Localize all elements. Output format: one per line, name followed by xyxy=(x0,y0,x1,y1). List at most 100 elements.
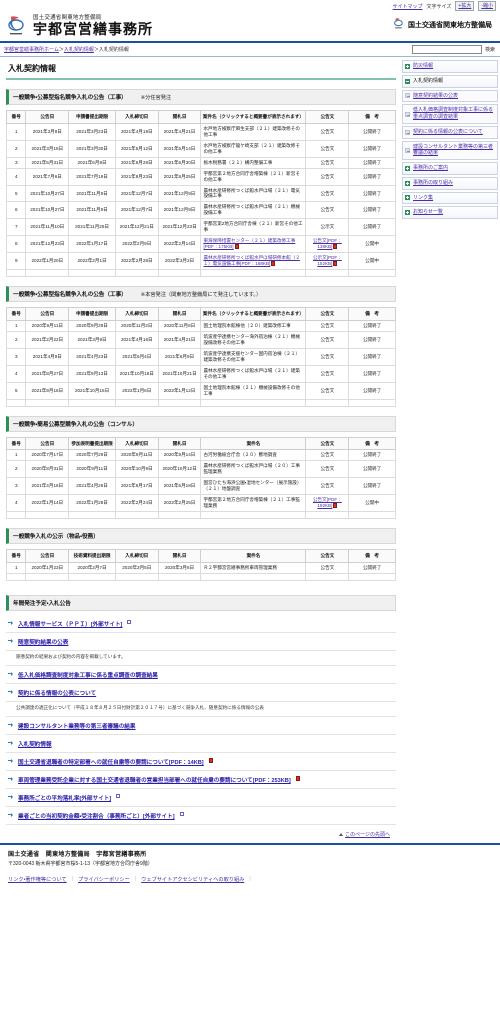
cell-announce-date: 2021年4月16日 xyxy=(25,477,70,496)
site-logo[interactable]: 国土交通省関東地方整備局 宇都宮営繕事務所 xyxy=(8,13,153,37)
sitemap-link[interactable]: サイトマップ xyxy=(393,3,423,10)
column-header: 技術資料提出期限 xyxy=(68,549,116,563)
section-title: 一般競争入札の公示（物品・役務） xyxy=(13,534,99,541)
cell-announcement-doc[interactable]: 公告文[PDF：192KB] xyxy=(305,494,350,513)
table-row: 8 2021年12月23日 2022年1月17日 2022年2月9日 2022年2月14… xyxy=(5,235,396,254)
sidebar-item-1[interactable]: 防災情報 xyxy=(402,60,498,73)
cell-open-date: 2021年8月25日 xyxy=(157,167,202,186)
bottom-link[interactable]: 業者ごとの当初契約金額・受注割合（事務所ごと）[外部サイト] xyxy=(18,812,175,820)
bottom-link[interactable]: 建設コンサルタント業務等の第三者審議の結果 xyxy=(18,722,135,730)
page-top-link[interactable]: このページの先頭へ xyxy=(345,831,390,838)
spacer-cell xyxy=(68,269,116,278)
cell-announcement-doc: 公告文 xyxy=(305,167,350,186)
sidebar-item-4[interactable]: 低入札価格調査制度対象工事に係る重点調査の調査結果 xyxy=(402,104,498,124)
sidebar-item-label: お知らせ一覧 xyxy=(413,209,443,216)
font-reduce-button[interactable]: -縮小 xyxy=(478,1,496,11)
site-header: 国土交通省関東地方整備局 宇都宮営繕事務所 国土交通省関東地方整備局 xyxy=(0,12,500,43)
cell-bid-deadline: 2022年2月28日 xyxy=(114,252,159,271)
spacer-cell xyxy=(157,398,202,407)
bottom-link-row-10[interactable]: 業者ごとの当初契約金額・受注割合（事務所ごと）[外部サイト] xyxy=(6,807,396,825)
announcement-doc-link[interactable]: 公示文[PDF：152KB] xyxy=(313,255,342,266)
table-row: 4 2021年7月6日 2021年7月19日 2021年8月23日 2021年8月25日… xyxy=(5,167,396,186)
cell-case-name: 宇都宮第2地方合同庁舎棟（２１）新営その他工事 xyxy=(200,218,307,237)
bottom-link-row-6[interactable]: 入札契約情報 xyxy=(6,735,396,753)
cell-bid-deadline: 2021年4月16日 xyxy=(114,330,159,349)
bottom-link[interactable]: 事務所ごとの平均落札率[外部サイト] xyxy=(18,794,111,802)
sidebar-item-10[interactable]: お知らせ一覧 xyxy=(402,206,498,219)
plus-box-icon xyxy=(405,195,410,201)
mlit-small-logo-icon xyxy=(394,16,405,34)
cell-submission-deadline: 2021年6月8日 xyxy=(68,156,116,169)
bottom-link[interactable]: 車両管理業務受託企業に対する国土交通省退職者の営業担当部署への就任自粛の要請につ… xyxy=(18,776,291,784)
column-header: 入札締切日 xyxy=(114,307,159,321)
footer-link-2[interactable]: プライバシーポリシー xyxy=(78,876,130,883)
cell-status: 公開終了 xyxy=(348,381,396,400)
cell-submission-deadline: 2021年11月26日 xyxy=(68,218,116,237)
footer-link-3[interactable]: ウェブサイトアクセシビリティへの取り組み xyxy=(141,876,244,883)
case-name-link[interactable]: 東海保障措置センター（２１）建築改修工事[PDF：175KB] xyxy=(203,238,295,249)
column-header: 開札日 xyxy=(157,307,202,321)
search-button[interactable]: 検索 xyxy=(484,46,496,53)
bottom-link-row-9[interactable]: 事務所ごとの平均落札率[外部サイト] xyxy=(6,789,396,807)
spacer-cell xyxy=(5,511,27,520)
cell-submission-deadline: 2022年2月1日 xyxy=(68,252,116,271)
cell-status: 公開終了 xyxy=(348,561,396,574)
bottom-link[interactable]: 契約に係る情報の公表について xyxy=(18,689,96,697)
bottom-link[interactable]: 随意契約結果の公表 xyxy=(18,638,68,646)
cell-bid-deadline: 2021年5月12日 xyxy=(114,139,159,158)
bottom-link-row-2[interactable]: 随意契約結果の公表 xyxy=(6,633,396,651)
bottom-link[interactable]: 入札契約情報 xyxy=(18,740,52,748)
cell-announcement-doc[interactable]: 公告文[PDF：138KB] xyxy=(305,235,350,254)
search-input[interactable] xyxy=(411,45,482,54)
sidebar-nav: 防災情報 入札契約情報 随意契約結果の公表 低入札価格調査制度対象工事に係る重点調査の… xyxy=(402,60,498,219)
breadcrumb-level2[interactable]: 入札契約情報 xyxy=(64,47,94,53)
cell-case-name: Ｒ２宇都宮営繕事務所車両管理業務 xyxy=(200,561,307,574)
footer-link-1[interactable]: リンク・著作権等について xyxy=(8,876,67,883)
arrow-right-icon xyxy=(8,722,14,728)
bottom-link-row-1[interactable]: 入札情報サービス（ＰＰＩ）[外部サイト] xyxy=(6,615,396,633)
bottom-link-row-4[interactable]: 契約に係る情報の公表について xyxy=(6,684,396,702)
sidebar-item-9[interactable]: リンク集 xyxy=(402,191,498,205)
cell-announcement-doc[interactable]: 公示文[PDF：152KB] xyxy=(305,252,350,271)
pdf-icon xyxy=(333,244,338,250)
pdf-icon xyxy=(271,261,276,267)
spacer-cell xyxy=(200,572,307,581)
cell-status: 公開終了 xyxy=(348,477,396,496)
font-enlarge-button[interactable]: +拡大 xyxy=(455,1,475,11)
cell-bid-deadline: 2022年2月9日 xyxy=(114,235,159,254)
cell-open-date: 2022年2月14日 xyxy=(157,235,202,254)
announcement-doc-link[interactable]: 公告文[PDF：192KB] xyxy=(313,497,342,508)
sidebar-item-3[interactable]: 随意契約結果の公表 xyxy=(402,89,498,103)
case-name-link[interactable]: 農林水産研修所つくば館水戸ほ場研修本館（２１）電気設備工事[PDF：188KB] xyxy=(203,255,299,266)
cell-case-name[interactable]: 東海保障措置センター（２１）建築改修工事[PDF：175KB] xyxy=(200,235,307,254)
bottom-link[interactable]: 国土交通省退職者の特定部署への就任自粛等の要請について[PDF：14KB] xyxy=(18,758,204,766)
bottom-link[interactable]: 低入札価格調査制度対象工事に係る重点調査の調査結果 xyxy=(18,671,158,679)
sidebar-item-2[interactable]: 入札契約情報 xyxy=(402,74,498,88)
sidebar-item-7[interactable]: 事務所のご案内 xyxy=(402,162,498,175)
arrow-right-icon xyxy=(8,689,14,695)
header-right-logo[interactable]: 国土交通省関東地方整備局 xyxy=(394,16,492,34)
column-header: 番号 xyxy=(5,436,27,451)
cell-announcement-doc: 公告文 xyxy=(305,184,350,203)
sections-container: 一般競争・公募型指名競争入札の公告（工事） ※分任官発注 番号 公告日 申請書提出期限入… xyxy=(5,89,396,581)
cell-case-name[interactable]: 農林水産研修所つくば館水戸ほ場研修本館（２１）電気設備工事[PDF：188KB] xyxy=(200,252,307,271)
breadcrumb-home[interactable]: 宇都宮営繕事務所ホーム xyxy=(4,47,59,53)
bottom-link-row-5[interactable]: 建設コンサルタント業務等の第三者審議の結果 xyxy=(6,717,396,735)
sidebar-item-5[interactable]: 契約に係る情報の公表について xyxy=(402,125,498,139)
announcement-doc-link[interactable]: 公告文[PDF：138KB] xyxy=(313,238,342,249)
pdf-icon xyxy=(333,503,338,509)
column-header: 公告日 xyxy=(25,549,70,563)
bottom-link-row-7[interactable]: 国土交通省退職者の特定部署への就任自粛等の要請について[PDF：14KB] xyxy=(6,753,396,771)
arrow-right-icon xyxy=(8,638,14,644)
bottom-link-row-8[interactable]: 車両管理業務受託企業に対する国土交通省退職者の営業担当部署への就任自粛の要請につ… xyxy=(6,771,396,789)
bottom-link-row-3[interactable]: 低入札価格調査制度対象工事に係る重点調査の調査結果 xyxy=(6,666,396,684)
cell-status: 公開中 xyxy=(348,252,396,271)
table-row: 1 2020年7月17日 2020年7月29日 2020年9月11日 2020年9月14… xyxy=(5,449,396,462)
bottom-link[interactable]: 入札情報サービス（ＰＰＩ）[外部サイト] xyxy=(18,620,122,628)
column-header: 番号 xyxy=(5,110,27,124)
sidebar-item-6[interactable]: 建設コンサルタント業務等の第三者審議の結果 xyxy=(402,140,498,160)
sidebar-item-8[interactable]: 事務所の取り組み xyxy=(402,176,498,190)
sidebar: 防災情報 入札契約情報 随意契約結果の公表 低入札価格調査制度対象工事に係る重点調査の… xyxy=(402,57,500,219)
cell-announce-date: 2021年12月23日 xyxy=(25,235,70,254)
table-row: 1 2020年9月11日 2020年9月29日 2020年11月2日 2020年11月6… xyxy=(5,319,396,332)
